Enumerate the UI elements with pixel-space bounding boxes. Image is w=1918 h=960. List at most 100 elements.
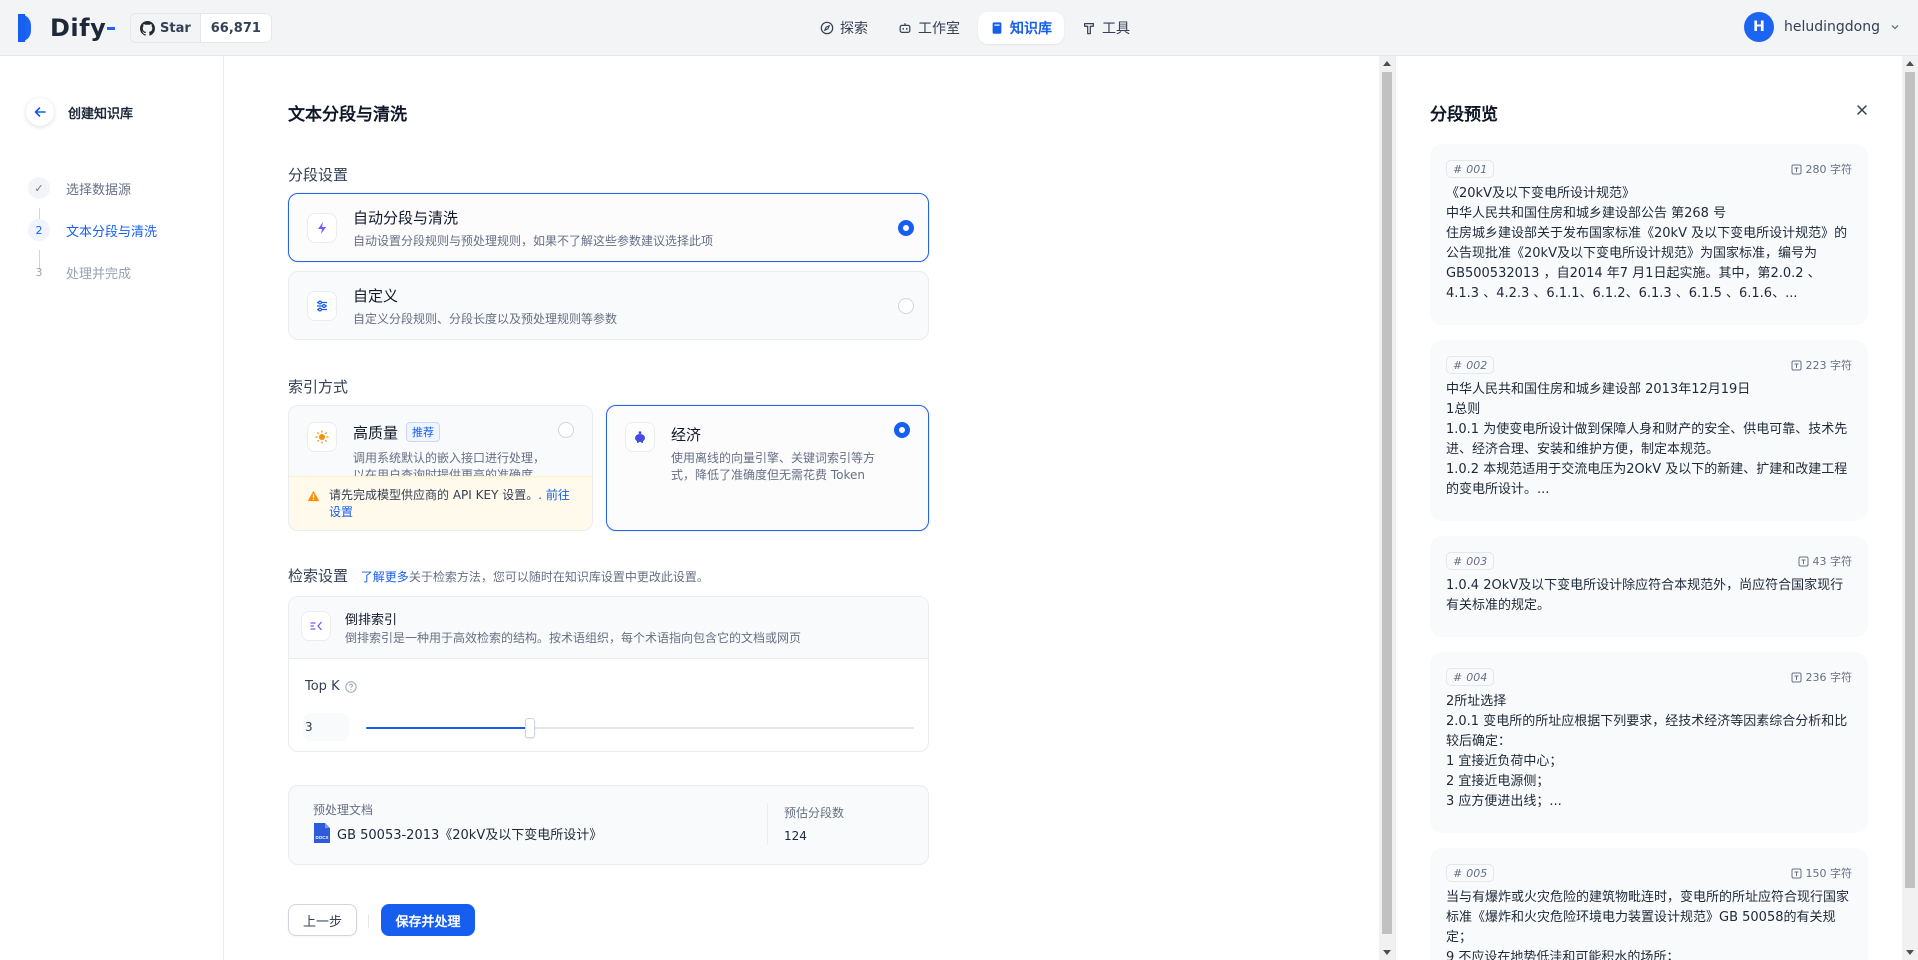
chunk-char-count: 223 字符 bbox=[1791, 357, 1852, 373]
save-and-process-button[interactable]: 保存并处理 bbox=[381, 904, 475, 936]
retrieval-hint-text: 关于检索方法，您可以随时在知识库设置中更改此设置。 bbox=[408, 570, 709, 584]
economy-desc: 使用离线的向量引擎、关键词索引等方 式，降低了准确度但无需花费 Token bbox=[671, 450, 875, 484]
logo-underscore bbox=[107, 26, 116, 30]
scroll-down-arrow[interactable] bbox=[1383, 950, 1391, 955]
main-content: 文本分段与清洗 分段设置 自动分段与清洗 自动设置分段规则与预处理规则，如果不了… bbox=[225, 56, 1379, 960]
step-check-icon: ✓ bbox=[28, 177, 50, 199]
user-name[interactable]: heludingdong bbox=[1784, 19, 1880, 35]
previous-step-button[interactable]: 上一步 bbox=[288, 904, 357, 936]
preview-scrollbar[interactable] bbox=[1902, 56, 1918, 960]
scroll-thumb[interactable] bbox=[1905, 72, 1915, 888]
high-quality-radio[interactable] bbox=[558, 422, 574, 438]
inverted-index-icon bbox=[301, 611, 331, 641]
back-button[interactable] bbox=[26, 98, 54, 126]
recommended-badge: 推荐 bbox=[406, 422, 441, 442]
hash-icon: # bbox=[1453, 162, 1463, 176]
button-divider bbox=[368, 914, 369, 928]
nav-explore-label: 探索 bbox=[840, 21, 868, 37]
nav-tools[interactable]: 工具 bbox=[1070, 12, 1142, 44]
chunk-number-text: 004 bbox=[1466, 670, 1488, 684]
step-select-source[interactable]: ✓ 选择数据源 bbox=[28, 177, 131, 199]
github-icon bbox=[140, 20, 155, 36]
chunk-content: 1.0.4 2OkV及以下变电所设计除应符合本规范外，尚应符合国家现行有关标准的… bbox=[1446, 578, 1844, 613]
chunk-char-text: 280 字符 bbox=[1805, 163, 1853, 176]
learn-more-link[interactable]: 了解更多 bbox=[361, 570, 409, 584]
chunk-char-text: 43 字符 bbox=[1812, 555, 1853, 568]
custom-segment-option[interactable]: 自定义 自定义分段规则、分段长度以及预处理规则等参数 bbox=[288, 271, 929, 340]
step-process: 3 处理并完成 bbox=[28, 261, 132, 283]
avatar[interactable]: H bbox=[1744, 12, 1774, 42]
nav-explore[interactable]: 探索 bbox=[808, 12, 880, 44]
chunk-number-text: 001 bbox=[1466, 162, 1488, 176]
step-label: 文本分段与清洗 bbox=[66, 224, 158, 240]
topk-slider-thumb[interactable] bbox=[525, 718, 535, 738]
inverted-index-desc: 倒排索引是一种用于高效检索的结构。按术语组织，每个术语指向包含它的文档或网页 bbox=[345, 631, 802, 645]
arrow-left-icon bbox=[34, 107, 46, 117]
lightning-icon bbox=[307, 213, 337, 243]
warning-icon bbox=[307, 490, 320, 502]
inverted-index-title: 倒排索引 bbox=[345, 613, 398, 628]
chunk-number: #003 bbox=[1446, 552, 1495, 570]
high-quality-title: 高质量 推荐 bbox=[353, 422, 441, 443]
preprocess-doc-name: GB 50053-2013《20kV及以下变电所设计》 bbox=[337, 827, 603, 843]
preview-chunk: #001 280 字符 《20kV及以下变电所设计规范》 中华人民共和国住房和城… bbox=[1430, 144, 1868, 325]
scroll-down-arrow[interactable] bbox=[1906, 950, 1914, 955]
chunk-char-text: 236 字符 bbox=[1805, 671, 1853, 684]
topk-slider-fill bbox=[366, 727, 530, 729]
chunk-header: #004 236 字符 bbox=[1446, 668, 1852, 686]
chunk-header: #002 223 字符 bbox=[1446, 356, 1852, 374]
high-quality-option[interactable]: 高质量 推荐 调用系统默认的嵌入接口进行处理， 以在用户查询时提供更高的准确度 请先… bbox=[288, 405, 593, 531]
chunk-header: #001 280 字符 bbox=[1446, 160, 1852, 178]
chunk-number: #002 bbox=[1446, 356, 1495, 374]
github-star-widget[interactable]: Star 66,871 bbox=[130, 13, 272, 43]
chunk-number-text: 003 bbox=[1466, 554, 1488, 568]
topk-input[interactable]: 3 bbox=[303, 713, 349, 741]
chunk-char-count: 43 字符 bbox=[1798, 553, 1853, 569]
preprocess-doc-label: 预处理文档 bbox=[313, 803, 374, 817]
dify-logo[interactable]: Dify bbox=[18, 14, 116, 42]
chunk-char-count: 236 字符 bbox=[1791, 669, 1853, 685]
github-star-count[interactable]: 66,871 bbox=[201, 14, 271, 42]
book-icon bbox=[992, 22, 1002, 34]
topk-slider[interactable] bbox=[366, 718, 914, 738]
robot-icon bbox=[899, 23, 911, 33]
sliders-icon bbox=[307, 291, 337, 321]
close-icon[interactable] bbox=[1854, 102, 1870, 118]
chunk-content: 中华人民共和国住房和城乡建设部 2013年12月19日 1总则 1.0.1 为使… bbox=[1446, 382, 1848, 497]
text-count-icon bbox=[1791, 164, 1801, 174]
hammer-icon bbox=[1084, 23, 1094, 35]
nav-tools-label: 工具 bbox=[1102, 21, 1130, 37]
auto-segment-desc: 自动设置分段规则与预处理规则，如果不了解这些参数建议选择此项 bbox=[353, 234, 714, 248]
economy-option[interactable]: 经济 使用离线的向量引擎、关键词索引等方 式，降低了准确度但无需花费 Token bbox=[606, 405, 929, 531]
nav-studio[interactable]: 工作室 bbox=[886, 12, 972, 44]
steps-sidebar: 创建知识库 ✓ 选择数据源 2 文本分段与清洗 3 处理并完成 bbox=[0, 56, 224, 960]
github-star-button[interactable]: Star bbox=[131, 14, 201, 42]
preprocess-summary: 预处理文档 DOCX GB 50053-2013《20kV及以下变电所设计》 预… bbox=[288, 785, 929, 865]
auto-segment-option[interactable]: 自动分段与清洗 自动设置分段规则与预处理规则，如果不了解这些参数建议选择此项 bbox=[288, 193, 929, 262]
chunk-number-text: 002 bbox=[1466, 358, 1488, 372]
help-circle-icon[interactable] bbox=[344, 680, 357, 693]
estimated-chunks-label: 预估分段数 bbox=[784, 806, 845, 820]
auto-segment-radio[interactable] bbox=[898, 220, 914, 236]
scroll-up-arrow[interactable] bbox=[1383, 61, 1391, 66]
hash-icon: # bbox=[1453, 866, 1463, 880]
docx-badge: DOCX bbox=[315, 835, 328, 840]
main-scrollbar[interactable] bbox=[1379, 56, 1395, 960]
preview-chunk: #004 236 字符 2所址选择 2.0.1 变电所的所址应根据下列要求，经技… bbox=[1430, 652, 1868, 833]
step-label: 选择数据源 bbox=[66, 182, 132, 198]
scroll-thumb[interactable] bbox=[1382, 72, 1392, 934]
page-title: 文本分段与清洗 bbox=[288, 105, 407, 125]
user-menu[interactable]: H heludingdong bbox=[1744, 12, 1900, 42]
text-count-icon bbox=[1791, 672, 1801, 682]
preview-title: 分段预览 bbox=[1430, 105, 1498, 125]
economy-desc-line: 使用离线的向量引擎、关键词索引等方 bbox=[671, 451, 876, 465]
retrieval-method-header bbox=[289, 597, 928, 659]
text-count-icon bbox=[1791, 360, 1801, 370]
logo-text: Dify bbox=[50, 14, 107, 42]
custom-segment-radio[interactable] bbox=[898, 298, 914, 314]
chunk-content: 《20kV及以下变电所设计规范》 中华人民共和国住房和城乡建设部公告 第268 … bbox=[1446, 186, 1848, 301]
economy-radio[interactable] bbox=[894, 422, 910, 438]
nav-knowledge[interactable]: 知识库 bbox=[978, 12, 1064, 44]
economy-desc-line: 式，降低了准确度但无需花费 Token bbox=[671, 468, 865, 482]
scroll-up-arrow[interactable] bbox=[1906, 61, 1914, 66]
